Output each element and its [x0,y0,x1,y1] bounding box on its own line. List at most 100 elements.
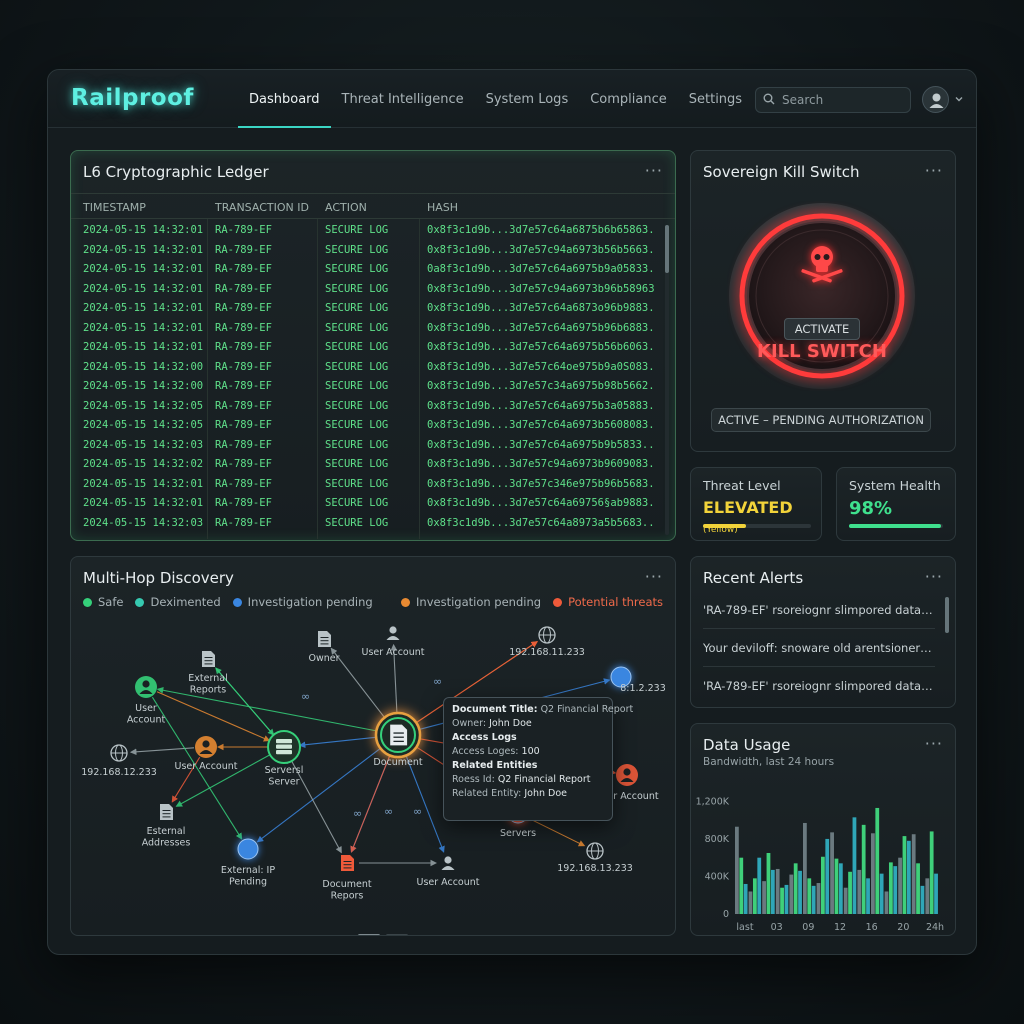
graph-node-ext-addr[interactable]: Esternal Addresses [142,804,191,849]
legend-item[interactable]: Potential threats [553,595,663,609]
node-label: 192.168.13.233 [557,863,633,874]
cell-hash: 0x8f3c1d9b...3d7e57c64a6975b96b6883... [427,321,655,334]
graph-node-ua-green[interactable]: User Account [127,676,166,726]
globe-icon [538,626,556,644]
activate-button[interactable]: ACTIVATE [784,318,860,340]
alerts-menu-icon[interactable]: ··· [925,567,943,586]
nav-settings[interactable]: Settings [678,70,753,128]
legend-dot [232,597,242,607]
graph-node-blue-right[interactable]: 8:1.2.233 [610,666,666,694]
usage-menu-icon[interactable]: ··· [925,734,943,753]
graph-node-ua-right[interactable]: er Account [607,764,659,802]
cell-hash: 0x8f3c1d9b...3d7e57c346e975b96b5683... [427,477,655,490]
table-row[interactable]: 2024-05-15 14:32:01 RA-789-EF SECURE LOG 0x… [71,494,663,514]
graph-node-servers[interactable]: Serversl Server [265,730,304,788]
legend-right: Investigation pending Potential threats [401,595,663,609]
cell-transaction-id: RA-789-EF [215,341,272,353]
table-row[interactable]: 2024-05-15 14:32:05 RA-789-EF SECURE LOG 0x… [71,416,663,436]
cell-hash: 0x8f3c1d9b...3d7e57c64a69756§ab9883... [427,497,655,509]
nav-compliance[interactable]: Compliance [579,70,678,128]
graph-node-document[interactable]: Document [373,711,423,768]
tt-entity-value: John Doe [524,788,568,799]
graph-node-ext-reports[interactable]: External Reports [188,651,228,696]
legend-item[interactable]: Investigation pending [401,595,541,609]
threat-level-bar [703,524,811,528]
graph-node-ip-top[interactable]: 192.168.11.233 [509,626,585,658]
col-hash[interactable]: HASH [427,201,655,214]
legend-item[interactable]: Safe [83,595,123,609]
legend-item[interactable]: Deximented [135,595,221,609]
threat-level-label: Threat Level [703,478,781,493]
discovery-title: Multi-Hop Discovery [83,569,234,587]
chevron-down-icon[interactable] [954,94,964,104]
nav-dashboard[interactable]: Dashboard [238,70,331,128]
table-row[interactable]: 2024-05-15 14:32:01 RA-789-EF SECURE LOG 0x… [71,221,663,241]
usage-bar [780,887,784,914]
alerts-scroll-thumb[interactable] [945,597,949,633]
server-icon [276,739,292,755]
search-input[interactable] [782,91,902,109]
ledger-scroll-thumb[interactable] [665,225,669,273]
edge-label: ∞ [301,690,310,703]
cell-action: SECURE LOG [325,282,389,295]
pager-dot[interactable] [386,934,408,935]
usage-bar [775,868,780,914]
table-row[interactable]: 2024-05-15 14:32:01 RA-789-EF SECURE LOG 0x… [71,475,663,495]
usage-bar [816,883,821,914]
col-transaction-id[interactable]: TRANSACTION ID [215,201,315,214]
table-row[interactable]: 2024-05-15 14:32:01 RA-789-EF SECURE LOG 0x… [71,319,663,339]
kill-switch-button[interactable]: KILL SWITCH [727,201,917,391]
table-row[interactable]: 2024-05-15 14:32:01 RA-789-EF SECURE LOG 0x… [71,299,663,319]
alert-item[interactable]: 'RA-789-EF' rsoreiognr slimpored data fi… [703,667,935,705]
cell-action: SECURE LOG [325,321,389,334]
search-box[interactable] [755,87,911,113]
user-avatar[interactable] [922,86,949,113]
legend-item[interactable]: Investigation pending [232,595,373,609]
table-row[interactable]: 2024-05-15 14:32:01 RA-789-EF SECURE LOG 0x… [71,280,663,300]
table-row[interactable]: 2024-05-15 14:32:00 RA-789-EF SECURE LOG 0x… [71,358,663,378]
ledger-scrollbar[interactable] [665,225,669,535]
node-label: User Account [174,761,237,772]
table-row[interactable]: 2024-05-15 14:32:05 RA-789-EF SECURE LOG 0x… [71,397,663,417]
graph-node-ua-orange[interactable]: User Account [174,736,238,772]
table-row[interactable]: 2024-05-15 14:32:02 RA-789-EF SECURE LOG 0x… [71,455,663,475]
discovery-menu-icon[interactable]: ··· [645,567,663,586]
col-timestamp[interactable]: TIMESTAMP [83,201,208,214]
x-tick-label: 09 [802,922,814,933]
ledger-menu-icon[interactable]: ··· [645,161,663,180]
graph-edge [156,691,271,742]
cell-hash: 0x8f3c1d9b...3d7e57c64a6975b9b5833... [427,438,655,451]
graph-node-ua-bottom[interactable]: User Account [416,856,480,888]
threat-level-value: ELEVATED (Yellow) [703,498,821,536]
table-row[interactable]: 2024-05-15 14:32:01 RA-789-EF SECURE LOG 0x… [71,241,663,261]
alert-item[interactable]: 'RA-789-EF' rsoreiognr slimpored data fi… [703,591,935,629]
graph-node-owner[interactable]: Owner [308,631,340,664]
cell-hash: 0x8f3c1d9b...3d7e57c64a6875b6b65863... [427,224,655,236]
node-label: Esternal Addresses [142,826,191,849]
node-label: 192.168.12.233 [81,767,157,778]
cell-action: SECURE LOG [325,263,389,275]
alerts-scrollbar[interactable] [945,597,949,633]
pager-dot-active[interactable] [358,934,380,935]
graph-node-doc-reports[interactable]: Document Repors [322,855,372,902]
nav-system-logs[interactable]: System Logs [475,70,580,128]
kill-switch-menu-icon[interactable]: ··· [925,161,943,180]
graph-node-ext-ip[interactable]: External: IP Pending [221,838,275,888]
edge-label: ∞ [384,805,393,818]
graph-node-ua-top[interactable]: User Account [361,626,425,658]
table-row[interactable]: 2024-05-15 14:32:00 RA-789-EF SECURE LOG 0x… [71,377,663,397]
graph-node-ip-bottom[interactable]: 192.168.13.233 [557,842,633,874]
app-logo[interactable]: Railproof [71,85,194,111]
col-action[interactable]: ACTION [325,201,415,214]
node-tooltip: Document Title: Q2 Financial Report Owne… [443,697,633,821]
table-row[interactable]: 2024-05-15 14:32:03 RA-789-EF SECURE LOG 0x… [71,436,663,456]
threat-level-fill [703,524,747,528]
nav-threat-intelligence[interactable]: Threat Intelligence [331,70,475,128]
cell-action: SECURE LOG [325,458,389,470]
alert-item[interactable]: Your deviloff: snoware old arentsioner a… [703,629,935,667]
graph-node-ip-left[interactable]: 192.168.12.233 [81,744,157,778]
table-row[interactable]: 2024-05-15 14:32:01 RA-789-EF SECURE LOG 0a… [71,260,663,280]
node-label: Owner [308,653,339,664]
table-row[interactable]: 2024-05-15 14:32:03 RA-789-EF SECURE LOG 0x… [71,514,663,534]
table-row[interactable]: 2024-05-15 14:32:01 RA-789-EF SECURE LOG 0x… [71,338,663,358]
